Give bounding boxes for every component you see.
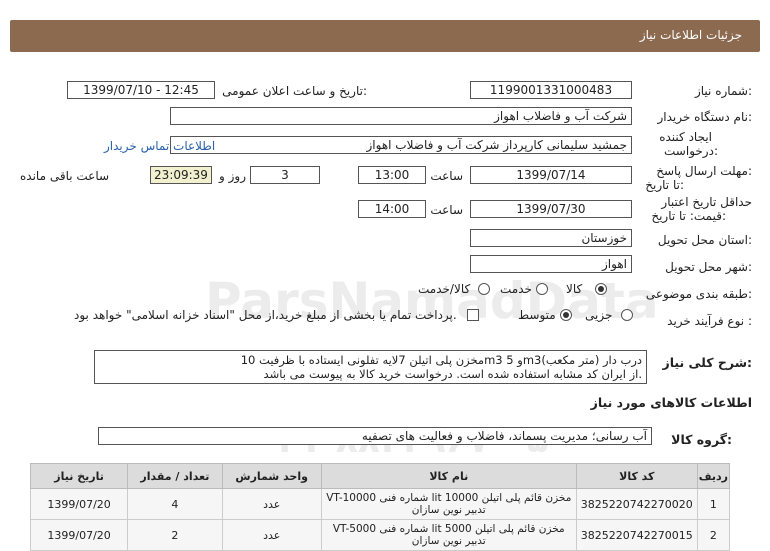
cell-name: مخزن قائم پلی اتیلن 5000 lit شماره فنی V…	[320, 519, 577, 551]
cell-code: 3825220742270015	[575, 519, 698, 551]
cell-date: 1399/07/20	[29, 488, 129, 520]
announce-field[interactable]: 1399/07/10 - 12:45	[67, 81, 215, 99]
deadline-time-field[interactable]: 13:00	[358, 166, 426, 184]
treasury-payment-checkbox[interactable]	[467, 309, 479, 321]
remaining-label: ساعت باقی مانده	[20, 169, 110, 183]
days-field[interactable]: 3	[250, 166, 320, 184]
goods-group-field[interactable]: آب رسانی؛ مدیریت پسماند، فاضلاب و فعالیت…	[98, 427, 652, 445]
header-bar: جزئیات اطلاعات نیاز	[10, 20, 760, 52]
purchase-radio-medium[interactable]	[560, 309, 572, 321]
category-option-service: خدمت	[500, 282, 532, 296]
description-label: شرح کلی نیاز:	[662, 355, 753, 370]
cell-unit: عدد	[221, 519, 322, 551]
goods-table: ردیف کد کالا نام کالا واحد شمارش تعداد /…	[29, 463, 731, 551]
purchase-option-minor: جزیی	[585, 308, 613, 322]
col-code: کد کالا	[575, 463, 698, 489]
purchase-option-medium: متوسط	[518, 308, 556, 322]
validity-time-label: ساعت	[430, 203, 463, 217]
province-label: استان محل تحویل:	[657, 233, 752, 247]
creator-field[interactable]: جمشید سلیمانی کارپرداز شرکت آب و فاضلاب …	[170, 136, 632, 154]
goods-section-title: اطلاعات کالاهای مورد نیاز	[590, 395, 752, 410]
cell-code: 3825220742270020	[575, 488, 698, 520]
validity-time-field[interactable]: 14:00	[358, 200, 426, 218]
table-row[interactable]: 1 3825220742270020 مخزن قائم پلی اتیلن 1…	[29, 488, 731, 520]
treasury-payment-note: پرداخت تمام یا بخشی از مبلغ خرید،از محل …	[74, 308, 457, 322]
page-title: جزئیات اطلاعات نیاز	[639, 28, 742, 42]
category-option-goods: کالا	[566, 282, 583, 296]
validity-label-1: حداقل تاریخ اعتبار	[661, 195, 752, 209]
deadline-label-2: تا تاریخ:	[645, 178, 684, 192]
days-label: روز و	[219, 169, 246, 183]
buyer-field[interactable]: شرکت آب و فاضلاب اهواز	[170, 107, 632, 125]
table-row[interactable]: 2 3825220742270015 مخزن قائم پلی اتیلن 5…	[29, 519, 731, 551]
cell-unit: عدد	[221, 488, 322, 520]
cell-name: مخزن قائم پلی اتیلن 10000 lit شماره فنی …	[320, 488, 577, 520]
description-line-1: مخزن پلی اتیلن 7لایه تفلونی ایستاده با ظ…	[240, 353, 642, 367]
goods-group-label: گروه کالا:	[671, 432, 732, 447]
goods-table-header: ردیف کد کالا نام کالا واحد شمارش تعداد /…	[29, 463, 731, 489]
purchase-type-label: نوع فرآیند خرید :	[667, 314, 752, 328]
creator-label-1: ایجاد کننده	[659, 130, 712, 144]
province-field[interactable]: خوزستان	[470, 229, 632, 247]
category-label: طبقه بندی موضوعی:	[645, 287, 752, 301]
validity-date-field[interactable]: 1399/07/30	[470, 200, 632, 218]
description-line-2: از ایران کد مشابه استفاده شده است. درخوا…	[263, 367, 642, 381]
announce-label: تاریخ و ساعت اعلان عمومی:	[222, 84, 367, 98]
buyer-label: نام دستگاه خریدار:	[657, 110, 753, 124]
category-radio-goods-service[interactable]	[478, 283, 490, 295]
cell-row: 1	[696, 488, 731, 520]
cell-qty: 2	[127, 519, 223, 551]
purchase-radio-minor[interactable]	[621, 309, 633, 321]
col-qty: تعداد / مقدار	[127, 463, 223, 489]
remaining-time-field: 23:09:39	[150, 166, 212, 184]
col-unit: واحد شمارش	[221, 463, 322, 489]
category-option-goods-service: کالا/خدمت	[418, 282, 471, 296]
col-date: تاریخ نیاز	[29, 463, 129, 489]
contact-buyer-link[interactable]: اطلاعات تماس خریدار	[104, 139, 215, 153]
city-field[interactable]: اهواز	[470, 255, 632, 273]
deadline-label-1: مهلت ارسال پاسخ:	[656, 164, 752, 178]
deadline-date-field[interactable]: 1399/07/14	[470, 166, 632, 184]
deadline-time-label: ساعت	[430, 169, 463, 183]
need-number-label: شماره نیاز:	[694, 84, 752, 98]
city-label: شهر محل تحویل:	[665, 260, 752, 274]
cell-date: 1399/07/20	[29, 519, 129, 551]
cell-qty: 4	[127, 488, 223, 520]
creator-label-2: درخواست:	[664, 144, 718, 158]
category-radio-goods[interactable]	[595, 283, 607, 295]
description-box: مخزن پلی اتیلن 7لایه تفلونی ایستاده با ظ…	[94, 350, 647, 384]
category-radio-service[interactable]	[536, 283, 548, 295]
validity-label-2: قیمت: تا تاریخ:	[651, 209, 726, 223]
col-name: نام کالا	[320, 463, 577, 489]
cell-row: 2	[696, 519, 731, 551]
need-number-field[interactable]: 1199001331000483	[470, 81, 632, 99]
col-row: ردیف	[696, 463, 731, 489]
